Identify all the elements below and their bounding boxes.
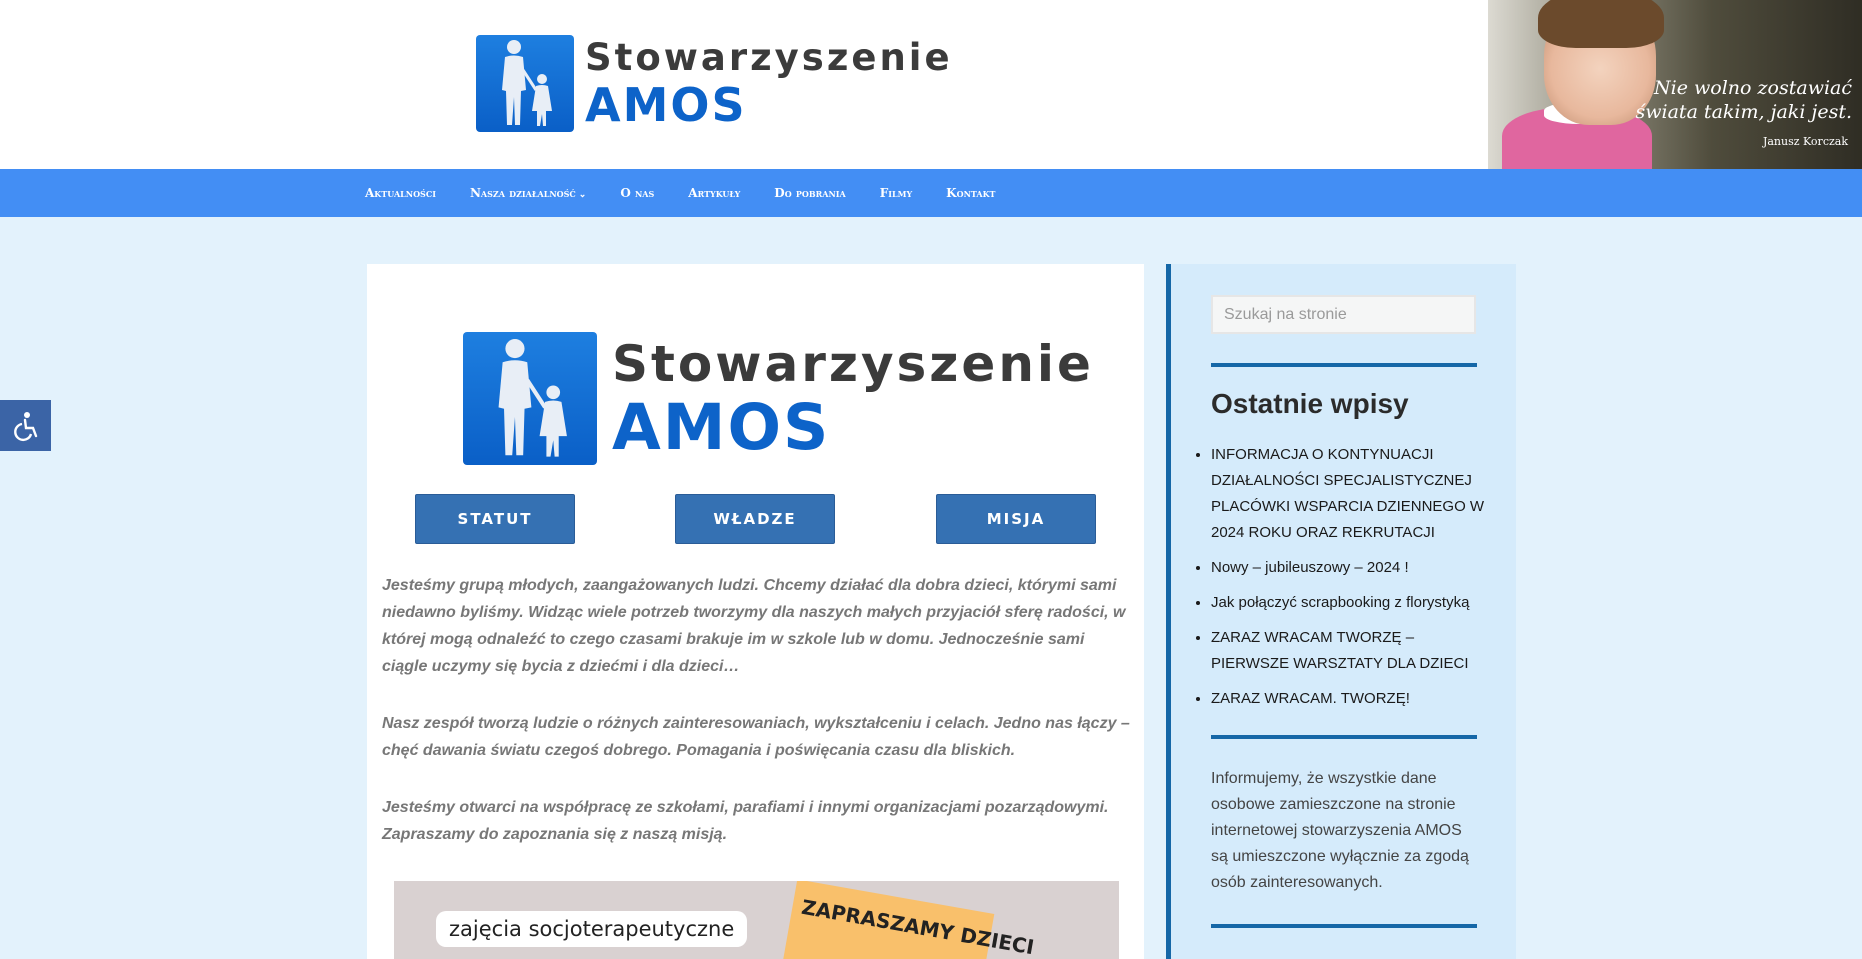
nav-item-label: Do pobrania: [774, 186, 846, 200]
about-paragraph: Nasz zespół tworzą ludzie o różnych zain…: [382, 715, 1130, 759]
sidebar-divider: [1211, 735, 1477, 739]
nav-item-kontakt[interactable]: Kontakt: [946, 186, 995, 200]
nav-item-label: Aktualności: [365, 186, 436, 200]
site-header: Stowarzyszenie AMOS Nie wolno zostawiać …: [0, 0, 1862, 169]
hero-quote-line1: Nie wolno zostawiać: [1654, 77, 1852, 99]
recent-posts-list: INFORMACJA O KONTYNUACJI DZIAŁALNOŚCI SP…: [1211, 442, 1486, 721]
family-logo-icon: [476, 35, 574, 132]
header-hero-image: Nie wolno zostawiać świata takim, jaki j…: [1488, 0, 1862, 169]
recent-post-link[interactable]: INFORMACJA O KONTYNUACJI DZIAŁALNOŚCI SP…: [1211, 442, 1486, 546]
nav-item-label: Artykuły: [688, 186, 741, 200]
recent-post-link[interactable]: Jak połączyć scrapbooking z florystyką: [1211, 590, 1486, 616]
poster-image[interactable]: zajęcia socjoterapeutyczne ZAPRASZAMY DZ…: [394, 881, 1119, 959]
sidebar-divider: [1211, 924, 1477, 928]
nav-item-do-pobrania[interactable]: Do pobrania: [774, 186, 845, 200]
main-content: Stowarzyszenie AMOS STATUT WŁADZE MISJA …: [367, 264, 1144, 959]
poster-label: zajęcia socjoterapeutyczne: [436, 911, 748, 947]
hero-quote: Nie wolno zostawiać świata takim, jaki j…: [1636, 76, 1852, 124]
logo-text-line1: Stowarzyszenie: [585, 35, 953, 79]
sidebar: Ostatnie wpisy INFORMACJA O KONTYNUACJI …: [1166, 264, 1516, 959]
nav-item-label: Nasza działalność: [469, 186, 576, 200]
hero-quote-line2: świata takim, jaki jest.: [1635, 101, 1852, 123]
main-navigation: Aktualności Nasza działalność ⌄ O nas Art…: [0, 169, 1862, 217]
privacy-notice: Informujemy, że wszystkie dane osobowe z…: [1211, 770, 1469, 891]
sidebar-divider: [1211, 363, 1477, 367]
accessibility-button[interactable]: [0, 400, 51, 451]
recent-post-link[interactable]: ZARAZ WRACAM TWORZĘ – PIERWSZE WARSZTATY…: [1211, 625, 1486, 677]
nav-item-aktualnosci[interactable]: Aktualności: [365, 186, 436, 200]
about-paragraph: Jesteśmy grupą młodych, zaangażowanych l…: [382, 577, 1126, 675]
nav-item-label: Kontakt: [946, 186, 996, 200]
statut-button[interactable]: STATUT: [415, 494, 575, 544]
family-logo-icon: [463, 332, 597, 465]
nav-item-nasza-dzialalnosc[interactable]: Nasza działalność ⌄: [470, 186, 586, 200]
nav-item-artykuly[interactable]: Artykuły: [688, 186, 740, 200]
about-paragraph: Jesteśmy otwarci na współpracę ze szkoła…: [382, 799, 1109, 843]
recent-post-link[interactable]: Nowy – jubileuszowy – 2024 !: [1211, 555, 1486, 581]
recent-post-link[interactable]: ZARAZ WRACAM. TWORZĘ!: [1211, 686, 1486, 712]
hero-child-hair: [1538, 0, 1664, 48]
hero-quote-author: Janusz Korczak: [1762, 135, 1848, 148]
wladze-button[interactable]: WŁADZE: [675, 494, 835, 544]
nav-item-label: Filmy: [879, 186, 913, 200]
about-text: Jesteśmy grupą młodych, zaangażowanych l…: [382, 572, 1132, 878]
content-logo: Stowarzyszenie AMOS: [463, 332, 1094, 465]
wheelchair-icon: [13, 411, 37, 441]
logo-text-line2: AMOS: [612, 390, 831, 464]
header-logo[interactable]: Stowarzyszenie AMOS: [476, 35, 953, 132]
logo-text-line2: AMOS: [585, 77, 747, 132]
nav-item-filmy[interactable]: Filmy: [880, 186, 912, 200]
misja-button[interactable]: MISJA: [936, 494, 1096, 544]
recent-posts-title: Ostatnie wpisy: [1211, 388, 1409, 419]
chevron-down-icon: ⌄: [578, 190, 587, 200]
logo-text-line1: Stowarzyszenie: [612, 334, 1094, 393]
nav-item-o-nas[interactable]: O nas: [620, 186, 654, 200]
nav-item-label: O nas: [620, 186, 655, 200]
search-input[interactable]: [1211, 295, 1476, 334]
